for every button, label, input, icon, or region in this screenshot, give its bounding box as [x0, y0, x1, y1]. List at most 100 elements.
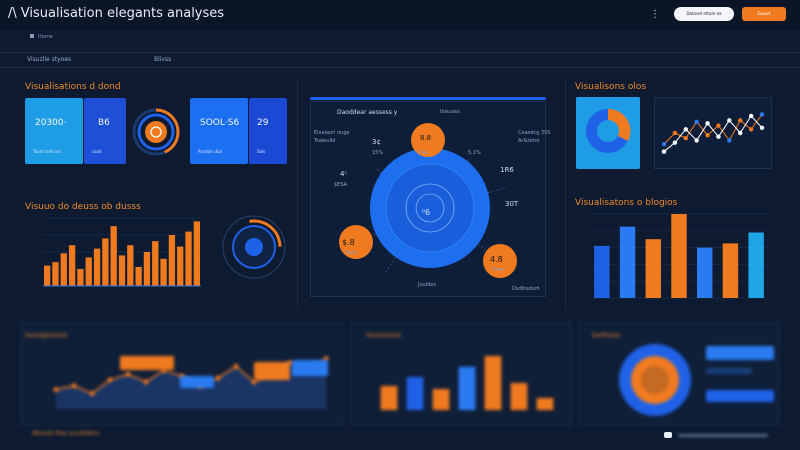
breadcrumb-label: Home — [38, 34, 53, 40]
kpi-value: B6 — [98, 118, 110, 128]
bottom-left-title: Sacesgenesss — [25, 332, 67, 339]
kpi-card[interactable]: 20300· Taunt lalm xxl — [25, 98, 83, 164]
center-footer-right: Dsdlhsdsrh — [512, 286, 540, 292]
series-point — [738, 118, 743, 123]
series-point — [738, 130, 743, 136]
section-title-dusss: Visuuo do deuss ob dusss — [25, 202, 141, 212]
series-point — [215, 375, 221, 381]
node-label: Jnss — [418, 150, 428, 156]
bottom-mid-title: Saceonesss — [366, 332, 402, 339]
series-point — [716, 134, 721, 139]
series-point — [53, 387, 59, 393]
bar — [52, 262, 59, 286]
section-title-visualisations: Visualisations d dond — [25, 82, 121, 92]
bar — [536, 398, 554, 410]
bar — [152, 241, 159, 286]
footer-icon[interactable] — [664, 432, 672, 438]
series-point — [661, 141, 667, 147]
bottom-bar-pill — [706, 368, 752, 374]
bar — [193, 221, 200, 286]
section-title-blogios: Visualisatons o blogios — [575, 198, 678, 208]
kebab-menu-icon[interactable]: ⋮ — [650, 8, 660, 22]
series-point — [705, 121, 710, 126]
diagram-label: 4ᶜ — [340, 170, 348, 178]
left-bar-chart — [43, 217, 201, 287]
diagram-label: $ESA — [334, 182, 348, 188]
bottom-tooltip — [292, 360, 328, 376]
series-point — [683, 127, 688, 132]
series-point — [672, 130, 678, 136]
bar — [619, 226, 636, 298]
kpi-card[interactable]: 29 Sals — [249, 98, 287, 164]
series-point — [251, 379, 257, 385]
dataset-button[interactable]: Dataset ettam ea — [674, 7, 734, 21]
kpi-value: 29 — [257, 118, 269, 128]
donut-gauge — [132, 108, 180, 156]
kpi-card[interactable]: SOOL·S6 Rnarbe c6al — [190, 98, 248, 164]
series-point — [125, 371, 131, 377]
series-point — [694, 119, 699, 125]
app-title: /\ Visualisation elegants analyses — [8, 6, 224, 21]
series-point — [716, 123, 721, 128]
center-panel-label: Ilosuses — [440, 109, 460, 115]
breadcrumb[interactable]: Home — [30, 34, 53, 40]
node-label: Haes — [492, 267, 505, 273]
kpi-card[interactable]: B6 sanit — [84, 98, 126, 164]
series-point — [107, 377, 113, 383]
series-point — [672, 140, 678, 145]
center-value: ᴾ6 — [422, 208, 431, 217]
radial-core — [245, 238, 263, 256]
series-point — [727, 118, 732, 123]
bar — [60, 253, 67, 286]
bar — [93, 248, 101, 286]
tab-styles[interactable]: Visuzlie styoes — [27, 56, 71, 63]
bar — [177, 246, 184, 286]
series-point — [71, 383, 77, 389]
bar — [44, 265, 51, 286]
bar — [510, 383, 528, 410]
bar — [432, 389, 450, 410]
bar — [135, 266, 142, 286]
diagram-label: 30T — [505, 200, 519, 208]
series-point — [748, 127, 754, 132]
series-point — [759, 112, 765, 117]
progress-track — [310, 97, 546, 100]
bottom-tooltip — [180, 376, 214, 388]
bar — [143, 252, 151, 286]
bar — [484, 356, 502, 410]
center-footer-left: Jouldes — [418, 282, 436, 288]
tab-blivss[interactable]: Blivss — [154, 56, 171, 63]
bar — [594, 245, 610, 298]
pie-chart — [586, 108, 631, 153]
bar — [645, 239, 661, 298]
series-point — [705, 133, 710, 138]
radial-gauge — [222, 215, 286, 279]
diagram-label: 15% — [372, 150, 384, 156]
node-value: 4.8 — [490, 255, 503, 264]
series-point — [694, 138, 699, 143]
kpi-sub: sanit — [92, 149, 102, 154]
diagram-label: 1R6 — [500, 166, 514, 174]
bar — [110, 226, 117, 286]
home-icon — [30, 34, 34, 38]
bar — [697, 247, 713, 298]
node-value: $.8 — [342, 238, 355, 247]
bottom-donut — [619, 344, 691, 416]
bar — [118, 255, 126, 286]
bar — [160, 258, 167, 286]
donut-core — [641, 366, 669, 394]
kpi-sub: Rnarbe c6al — [198, 149, 222, 154]
kpi-sub: Taunt lalm xxl — [33, 149, 61, 154]
divider — [297, 80, 298, 310]
node-label: Saos — [345, 250, 357, 256]
footer-link[interactable]: Aboute Mas suveldons — [32, 430, 99, 437]
caret-icon: /\ — [8, 6, 17, 21]
series-point — [89, 391, 95, 397]
series-point — [233, 363, 239, 369]
series-line — [663, 115, 763, 152]
series-point — [759, 125, 765, 130]
bar — [85, 257, 92, 286]
export-button[interactable]: Export — [742, 7, 786, 21]
bar — [748, 232, 764, 298]
series-point — [748, 113, 754, 119]
